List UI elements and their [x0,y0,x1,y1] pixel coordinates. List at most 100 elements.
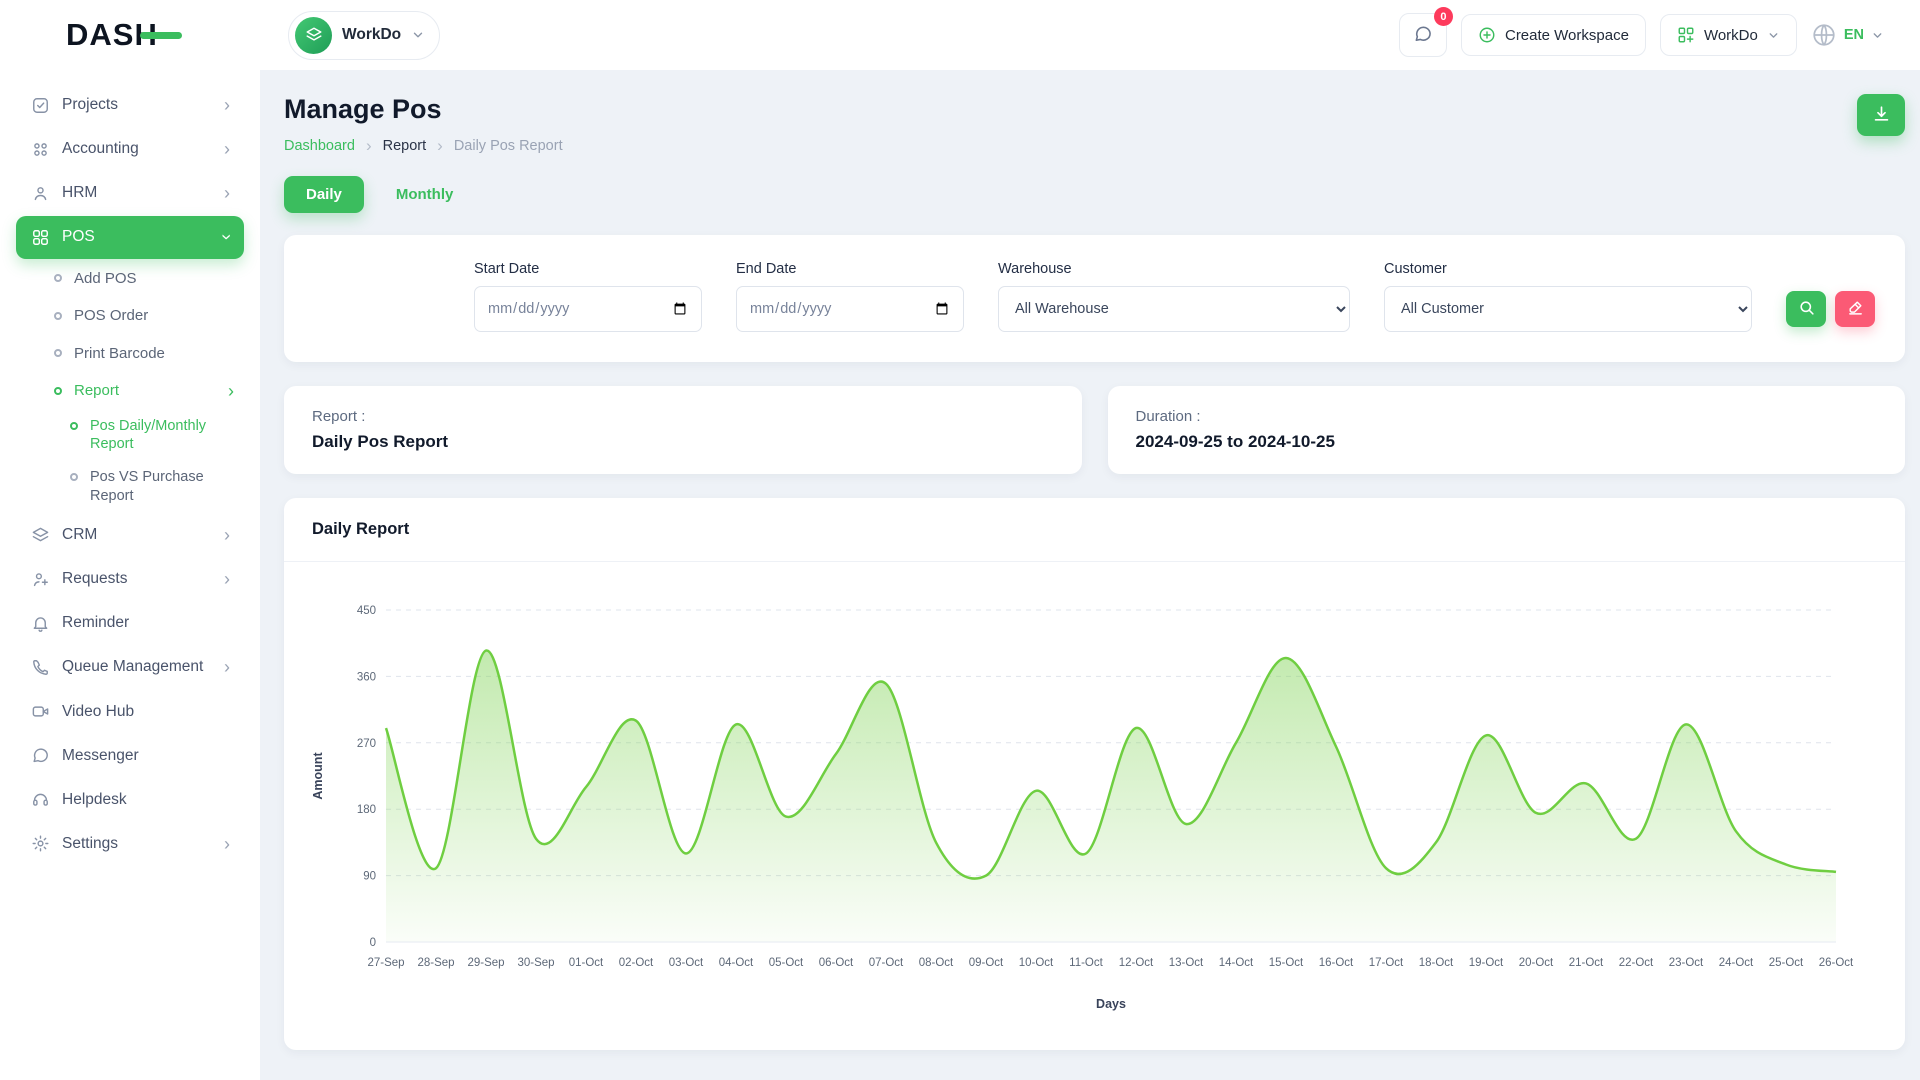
workspace-switcher[interactable]: WorkDo [288,11,440,60]
header-actions: 0 Create Workspace WorkDo EN [1399,13,1920,57]
tab-daily[interactable]: Daily [284,176,364,213]
svg-text:360: 360 [357,671,376,683]
svg-text:08-Oct: 08-Oct [919,957,954,969]
workspace-logo-icon [295,17,332,54]
duration-label: Duration : [1136,408,1878,425]
svg-text:Amount: Amount [311,752,325,800]
globe-icon [1811,22,1837,48]
svg-text:25-Oct: 25-Oct [1769,957,1804,969]
warehouse-select[interactable]: All Warehouse [998,286,1350,332]
sidebar-item-label: Pos VS Purchase Report [90,468,236,506]
create-workspace-button[interactable]: Create Workspace [1461,14,1646,56]
sidebar-item-hrm[interactable]: HRM› [16,172,244,214]
tab-monthly[interactable]: Monthly [374,176,476,213]
chevron-down-icon [1767,29,1780,42]
warehouse-label: Warehouse [998,261,1350,277]
svg-text:20-Oct: 20-Oct [1519,957,1554,969]
logo-dash-accent [140,32,182,39]
svg-text:29-Sep: 29-Sep [467,957,504,969]
sidebar-item-label: Video Hub [62,702,134,722]
sidebar-item-label: Messenger [62,746,139,766]
svg-text:03-Oct: 03-Oct [669,957,704,969]
sidebar-item-requests[interactable]: Requests › [16,558,244,600]
sidebar-item-accounting[interactable]: Accounting› [16,128,244,170]
sidebar-item-add-pos[interactable]: Add POS [44,261,244,297]
download-report-button[interactable] [1857,94,1905,136]
workspace-name: WorkDo [342,26,401,44]
start-date-label: Start Date [474,261,702,277]
sidebar-item-label: Helpdesk [62,790,127,810]
end-date-input[interactable] [736,286,964,332]
sidebar-item-queue-management[interactable]: Queue Management › [16,646,244,688]
breadcrumb-report[interactable]: Report [383,138,427,154]
sidebar-item-video-hub[interactable]: Video Hub [16,691,244,733]
reset-filter-button[interactable] [1835,291,1875,327]
breadcrumb-dashboard[interactable]: Dashboard [284,138,355,154]
chart-area: 09018027036045027-Sep28-Sep29-Sep30-Sep0… [284,562,1905,1050]
sidebar-item-helpdesk[interactable]: Helpdesk [16,779,244,821]
sidebar-item-pos-daily-monthly-report[interactable]: Pos Daily/Monthly Report [62,411,244,461]
svg-text:270: 270 [357,738,376,750]
chevron-right-icon: › [224,570,230,588]
pos-icon [30,227,50,247]
bullet-icon [70,473,78,481]
projects-icon [30,95,50,115]
svg-text:23-Oct: 23-Oct [1669,957,1704,969]
hrm-icon [30,183,50,203]
svg-text:24-Oct: 24-Oct [1719,957,1754,969]
chevron-right-icon: › [224,658,230,676]
chevron-right-icon: › [224,96,230,114]
breadcrumb-separator: › [437,136,443,156]
sidebar-item-projects[interactable]: Projects› [16,84,244,126]
sidebar-item-label: Add POS [74,269,137,289]
language-code: EN [1844,27,1864,43]
sidebar-item-reminder[interactable]: Reminder [16,602,244,644]
sidebar-item-report[interactable]: Report› [44,373,244,409]
reminder-icon [30,613,50,633]
report-value: Daily Pos Report [312,432,1054,452]
sidebar-item-pos-vs-purchase-report[interactable]: Pos VS Purchase Report [62,462,244,512]
language-selector[interactable]: EN [1811,22,1884,48]
svg-text:05-Oct: 05-Oct [769,957,804,969]
svg-text:02-Oct: 02-Oct [619,957,654,969]
chevron-right-icon: › [228,382,234,400]
apply-filter-button[interactable] [1786,291,1826,327]
svg-text:180: 180 [357,804,376,816]
sidebar-item-settings[interactable]: Settings› [16,823,244,865]
sidebar: Projects›Accounting›HRM›POS› Add POS POS O… [0,70,260,1080]
download-icon [1872,104,1891,126]
daily-report-card: Daily Report 09018027036045027-Sep28-Sep… [284,498,1905,1050]
svg-text:17-Oct: 17-Oct [1369,957,1404,969]
chevron-right-icon: › [224,835,230,853]
sidebar-item-label: Requests [62,569,127,589]
breadcrumb-current: Daily Pos Report [454,138,563,154]
svg-text:90: 90 [363,871,376,883]
sidebar-item-print-barcode[interactable]: Print Barcode [44,336,244,372]
customer-select[interactable]: All Customer [1384,286,1752,332]
chat-badge: 0 [1434,7,1453,26]
customer-label: Customer [1384,261,1752,277]
queue-icon [30,657,50,677]
svg-text:21-Oct: 21-Oct [1569,957,1604,969]
sidebar-item-pos-order[interactable]: POS Order [44,298,244,334]
sidebar-item-pos[interactable]: POS› [16,216,244,258]
start-date-input[interactable] [474,286,702,332]
chat-button[interactable]: 0 [1399,13,1447,57]
svg-text:14-Oct: 14-Oct [1219,957,1254,969]
svg-text:16-Oct: 16-Oct [1319,957,1354,969]
bullet-icon [54,387,62,395]
svg-text:0: 0 [370,937,376,949]
svg-text:Days: Days [1096,997,1126,1011]
svg-text:27-Sep: 27-Sep [367,957,404,969]
logo: DASH [0,17,260,53]
chart-title: Daily Report [284,498,1905,562]
account-menu-button[interactable]: WorkDo [1660,14,1797,56]
svg-text:09-Oct: 09-Oct [969,957,1004,969]
sidebar-item-label: Queue Management [62,657,203,677]
sidebar-item-crm[interactable]: CRM› [16,514,244,556]
search-icon [1798,299,1815,319]
sidebar-item-label: CRM [62,525,97,545]
sidebar-item-messenger[interactable]: Messenger [16,735,244,777]
video-icon [30,702,50,722]
chevron-right-icon: › [224,140,230,158]
